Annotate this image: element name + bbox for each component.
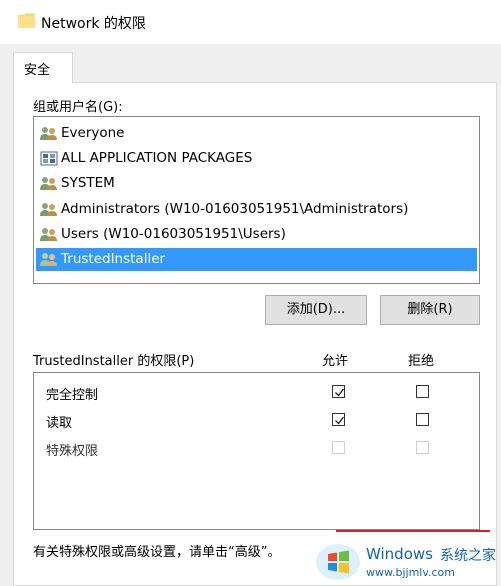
- list-item-label: ALL APPLICATION PACKAGES: [61, 150, 253, 166]
- list-item-trustedinstaller[interactable]: TrustedInstaller: [36, 248, 477, 271]
- list-item-everyone[interactable]: Everyone: [36, 122, 477, 145]
- permission-name: 读取: [46, 416, 73, 431]
- list-item-administrators[interactable]: Administrators (W10-01603051951\Administ…: [36, 198, 477, 221]
- red-underline-decoration: [336, 530, 490, 532]
- list-item-label: SYSTEM: [61, 175, 115, 191]
- user-group-icon: [40, 127, 57, 140]
- permission-row-full-control: 完全控制: [34, 380, 479, 406]
- group-or-user-names-label: 组或用户名(G):: [33, 100, 123, 115]
- watermark-url: www.bjjmlv.com: [366, 566, 455, 579]
- remove-button[interactable]: 删除(R): [380, 295, 480, 325]
- permission-row-special: 特殊权限: [34, 436, 479, 462]
- check-icon: [335, 388, 345, 397]
- deny-column-header: 拒绝: [408, 354, 435, 369]
- list-item-label: TrustedInstaller: [61, 251, 166, 267]
- user-group-icon: [40, 228, 57, 241]
- watermark-brand: Windows: [366, 545, 433, 563]
- allow-column-header: 允许: [322, 354, 349, 369]
- folder-icon: [18, 13, 35, 28]
- deny-checkbox: [416, 441, 429, 454]
- list-item-users[interactable]: Users (W10-01603051951\Users): [36, 223, 477, 246]
- user-group-icon: [40, 177, 57, 190]
- package-icon: [40, 151, 58, 166]
- window-title: Network 的权限: [41, 16, 146, 32]
- watermark-sub: 系统之家: [440, 548, 496, 564]
- allow-checkbox: [332, 441, 345, 454]
- tab-security[interactable]: 安全: [13, 52, 73, 83]
- deny-checkbox[interactable]: [416, 413, 429, 426]
- title-bar: Network 的权限: [0, 0, 501, 44]
- list-item-system[interactable]: SYSTEM: [36, 172, 477, 195]
- user-group-icon: [40, 253, 57, 266]
- advanced-settings-hint: 有关特殊权限或高级设置，请单击“高级”。: [33, 545, 281, 560]
- allow-checkbox[interactable]: [332, 385, 345, 398]
- add-button[interactable]: 添加(D)...: [265, 295, 367, 325]
- user-list[interactable]: Everyone ALL APPLICATION PACKAGES SYSTEM…: [33, 116, 480, 284]
- permission-row-read: 读取: [34, 408, 479, 434]
- list-item-label: Users (W10-01603051951\Users): [61, 226, 286, 242]
- check-icon: [335, 416, 345, 425]
- list-item-all-application-packages[interactable]: ALL APPLICATION PACKAGES: [36, 147, 477, 170]
- windows-logo-icon: [316, 544, 360, 580]
- permissions-header: TrustedInstaller 的权限(P): [33, 354, 195, 369]
- list-item-label: Administrators (W10-01603051951\Administ…: [61, 201, 409, 217]
- permissions-list: 完全控制 读取 特殊权限: [33, 372, 480, 530]
- allow-checkbox[interactable]: [332, 413, 345, 426]
- permission-name: 特殊权限: [46, 444, 99, 459]
- tab-security-label: 安全: [24, 63, 51, 78]
- list-item-label: Everyone: [61, 125, 125, 141]
- user-group-icon: [40, 203, 57, 216]
- permission-name: 完全控制: [46, 388, 99, 403]
- deny-checkbox[interactable]: [416, 385, 429, 398]
